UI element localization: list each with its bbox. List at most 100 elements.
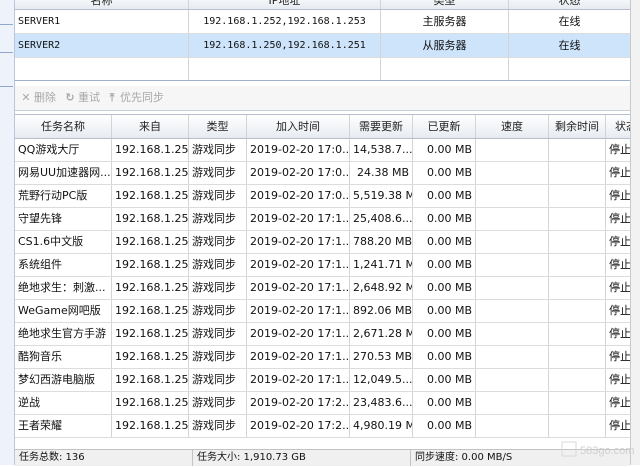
task-row[interactable]: 绝地求生：刺激... 192.168.1.253 游戏同步 2019-02-20 17… — [15, 277, 630, 300]
task-updated: 0.00 MB — [413, 277, 476, 299]
task-status: 停止 — [609, 419, 630, 432]
task-join-time: 2019-02-20 17:1... — [247, 369, 350, 391]
task-row[interactable]: CS1.6中文版 192.168.1.253 游戏同步 2019-02-20 17:1… — [15, 231, 630, 254]
task-join-time: 2019-02-20 17:0... — [247, 185, 350, 207]
task-status: 停止 — [609, 143, 630, 156]
task-remaining — [549, 415, 606, 437]
task-name: 酷狗音乐 — [15, 346, 112, 368]
column-header-type[interactable]: 类型 — [189, 115, 247, 138]
task-need-update: 5,519.38 MB — [350, 185, 413, 207]
task-status: 停止 — [609, 281, 630, 294]
task-name: 系统组件 — [15, 254, 112, 276]
task-name: 王者荣耀 — [15, 415, 112, 437]
task-remaining — [549, 162, 606, 184]
task-name: 网易UU加速器网... — [15, 162, 112, 184]
column-header-speed[interactable]: 速度 — [476, 115, 549, 138]
task-type: 游戏同步 — [189, 208, 247, 230]
task-row[interactable]: 系统组件 192.168.1.253 游戏同步 2019-02-20 17:1... 1… — [15, 254, 630, 277]
task-name: QQ游戏大厅 — [15, 139, 112, 161]
task-need-update: 25,408.6... — [350, 208, 413, 230]
total-size: 任务大小: 1,910.73 GB — [193, 450, 411, 466]
task-row[interactable]: 绝地求生官方手游 192.168.1.253 游戏同步 2019-02-20 17:1… — [15, 323, 630, 346]
column-header-updated[interactable]: 已更新 — [413, 115, 476, 138]
column-header-need-update[interactable]: 需要更新 — [350, 115, 413, 138]
task-remaining — [549, 208, 606, 230]
task-row[interactable]: 网易UU加速器网... 192.168.1.253 游戏同步 2019-02-20 1… — [15, 162, 630, 185]
vertical-scrollbar[interactable] — [630, 0, 640, 465]
task-row[interactable]: 守望先锋 192.168.1.253 游戏同步 2019-02-20 17:1... 2… — [15, 208, 630, 231]
task-join-time: 2019-02-20 17:0... — [247, 139, 350, 161]
task-row[interactable]: 荒野行动PC版 192.168.1.253 游戏同步 2019-02-20 17:0.… — [15, 185, 630, 208]
task-row[interactable]: QQ游戏大厅 192.168.1.253 游戏同步 2019-02-20 17:0..… — [15, 139, 630, 162]
priority-sync-button[interactable]: ⤒ 优先同步 — [107, 86, 164, 110]
column-header-status[interactable]: 状态 — [509, 0, 630, 9]
server-ip: 192.168.1.252,192.168.1.253 — [189, 10, 381, 33]
task-join-time: 2019-02-20 17:1... — [247, 346, 350, 368]
task-list-header: 任务名称 来自 类型 加入时间 需要更新 已更新 速度 剩余时间 状态 — [15, 115, 630, 139]
task-name: 荒野行动PC版 — [15, 185, 112, 207]
left-panel-divider — [0, 52, 13, 53]
task-row[interactable]: 逆战 192.168.1.253 游戏同步 2019-02-20 17:2... 23,… — [15, 392, 630, 415]
retry-button[interactable]: ↻ 重试 — [65, 86, 100, 110]
task-from: 192.168.1.253 — [112, 277, 189, 299]
watermark-logo: 583go.com — [561, 441, 634, 457]
task-need-update: 2,671.28 MB — [350, 323, 413, 345]
task-join-time: 2019-02-20 17:2... — [247, 415, 350, 437]
task-type: 游戏同步 — [189, 323, 247, 345]
task-updated: 0.00 MB — [413, 254, 476, 276]
server-row-selected[interactable]: SERVER2 192.168.1.250,192.168.1.251 从服务器… — [15, 34, 630, 58]
task-type: 游戏同步 — [189, 369, 247, 391]
task-need-update: 23,483.6... — [350, 392, 413, 414]
column-header-join-time[interactable]: 加入时间 — [247, 115, 350, 138]
left-panel-edge — [0, 0, 15, 465]
task-updated: 0.00 MB — [413, 185, 476, 207]
task-speed — [476, 162, 549, 184]
task-remaining — [549, 392, 606, 414]
task-updated: 0.00 MB — [413, 139, 476, 161]
server-list-header: 名称 IP地址 类型 状态 — [15, 0, 630, 10]
retry-label: 重试 — [78, 91, 100, 104]
task-type: 游戏同步 — [189, 415, 247, 437]
task-from: 192.168.1.253 — [112, 162, 189, 184]
task-status: 停止 — [609, 304, 630, 317]
empty-cell — [381, 58, 509, 80]
task-row[interactable]: 酷狗音乐 192.168.1.253 游戏同步 2019-02-20 17:1... 2… — [15, 346, 630, 369]
task-updated: 0.00 MB — [413, 392, 476, 414]
task-need-update: 270.53 MB — [350, 346, 413, 368]
task-name: 逆战 — [15, 392, 112, 414]
task-need-update: 1,241.71 MB — [350, 254, 413, 276]
column-header-name[interactable]: 名称 — [15, 0, 189, 9]
task-status: 停止 — [609, 373, 630, 386]
column-header-type[interactable]: 类型 — [381, 0, 509, 9]
task-row[interactable]: WeGame网吧版 192.168.1.253 游戏同步 2019-02-20 17:… — [15, 300, 630, 323]
task-row[interactable]: 王者荣耀 192.168.1.253 游戏同步 2019-02-20 17:2... 4… — [15, 415, 630, 438]
task-need-update: 4,980.19 MB — [350, 415, 413, 437]
server-row[interactable]: SERVER1 192.168.1.252,192.168.1.253 主服务器… — [15, 10, 630, 34]
left-panel-divider — [0, 86, 13, 87]
task-updated: 0.00 MB — [413, 208, 476, 230]
column-header-task-name[interactable]: 任务名称 — [15, 115, 112, 138]
task-row[interactable]: 梦幻西游电脑版 192.168.1.253 游戏同步 2019-02-20 17:1.… — [15, 369, 630, 392]
task-name: 梦幻西游电脑版 — [15, 369, 112, 391]
column-header-ip[interactable]: IP地址 — [189, 0, 381, 9]
task-remaining — [549, 346, 606, 368]
task-remaining — [549, 277, 606, 299]
status-bar: 任务总数: 136 任务大小: 1,910.73 GB 同步速度: 0.00 M… — [15, 449, 630, 466]
task-speed — [476, 208, 549, 230]
server-name: SERVER1 — [15, 10, 189, 33]
task-remaining — [549, 139, 606, 161]
empty-cell — [189, 58, 381, 80]
task-from: 192.168.1.253 — [112, 346, 189, 368]
task-join-time: 2019-02-20 17:1... — [247, 208, 350, 230]
task-join-time: 2019-02-20 17:1... — [247, 323, 350, 345]
delete-button[interactable]: ✕ 删除 — [21, 86, 56, 110]
task-need-update: 2,648.92 MB — [350, 277, 413, 299]
column-header-remaining[interactable]: 剩余时间 — [549, 115, 606, 138]
task-need-update: 24.38 MB — [350, 162, 413, 184]
column-header-from[interactable]: 来自 — [112, 115, 189, 138]
server-empty-row — [15, 58, 630, 80]
task-speed — [476, 277, 549, 299]
priority-top-icon: ⤒ — [109, 91, 115, 104]
server-ip: 192.168.1.250,192.168.1.251 — [189, 34, 381, 57]
column-header-status[interactable]: 状态 — [606, 115, 630, 138]
